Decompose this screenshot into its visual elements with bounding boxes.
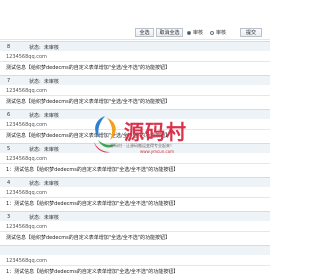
- entry-state-value: 未审核: [43, 45, 59, 51]
- watermark-logo: 源码村 源码村 - 让源码搬运变得专业起来！ www.ymcun.com: [88, 110, 188, 172]
- entry-message: 测试信息【给织梦dedecms的自定义表单增加"全选/全不选"的功能按钮】: [6, 235, 171, 241]
- radio-dot-icon: [210, 30, 214, 35]
- approved-radio[interactable]: 审核: [187, 29, 203, 36]
- entry-header: 4 状态: 未审核: [0, 177, 270, 187]
- entry-number: 6: [7, 112, 11, 118]
- toolbar: 全选 取消全选 审核 审核 提交: [0, 0, 270, 40]
- entry-state: [29, 248, 32, 254]
- select-all-button[interactable]: 全选: [135, 28, 154, 37]
- entry-state: 状态: 未审核: [29, 146, 59, 153]
- entry-message: 测试信息【给织梦dedecms的自定义表单增加"全选/全不选"的功能按钮】: [6, 99, 171, 105]
- entry-email: 1234568qq.com: [6, 156, 47, 162]
- entry-state-label: 状态:: [29, 215, 41, 221]
- entry-message: 测试信息【给织梦dedecms的自定义表单增加"全选/全不选"的功能按钮】: [6, 65, 171, 71]
- entry-number: 4: [7, 180, 11, 186]
- approved-radio-label: 审核: [193, 30, 204, 36]
- divider: [0, 265, 270, 266]
- entry-header: 7 状态: 未审核: [0, 75, 270, 85]
- entry-state-label: 状态:: [29, 45, 41, 51]
- entry-state: 状态: 未审核: [29, 180, 59, 187]
- entry-header: 3 状态: 未审核: [0, 211, 270, 221]
- entry-message: 1：测试信息【给织梦dedecms的自定义表单增加"全选/全不选"的功能按钮】: [6, 201, 179, 207]
- entry-state-label: 状态:: [29, 113, 41, 119]
- radio-dot-icon: [187, 30, 191, 35]
- pending-radio-label: 审核: [216, 30, 227, 36]
- entry-state-label: 状态:: [29, 147, 41, 153]
- divider: [0, 61, 270, 62]
- entry-email: 1234568qq.com: [6, 54, 47, 60]
- entry-state-label: 状态:: [29, 181, 41, 187]
- entry-state: 状态: 未审核: [29, 44, 59, 51]
- entry-state: 状态: 未审核: [29, 78, 59, 85]
- entry-state-value: 未审核: [43, 79, 59, 85]
- pending-radio[interactable]: 审核: [210, 29, 226, 36]
- entry-email: 1234568qq.com: [6, 258, 47, 264]
- entry-header: [0, 245, 270, 255]
- entry-state-value: 未审核: [43, 215, 59, 221]
- watermark-brand: 源码村: [124, 120, 187, 144]
- entry-number: 8: [7, 44, 11, 50]
- entry-header: 8 状态: 未审核: [0, 41, 270, 51]
- entry-message: 1：测试信息【给织梦dedecms的自定义表单增加"全选/全不选"的功能按钮】: [6, 269, 179, 275]
- divider: [0, 95, 270, 96]
- deselect-all-button[interactable]: 取消全选: [156, 28, 183, 37]
- watermark-url: www.ymcun.com: [140, 149, 175, 154]
- entry-email: 1234568qq.com: [6, 190, 47, 196]
- divider: [0, 197, 270, 198]
- toolbar-divider: [0, 39, 270, 40]
- entry-state: 状态: 未审核: [29, 112, 59, 119]
- entry-state-value: 未审核: [43, 113, 59, 119]
- entry-email: 1234568qq.com: [6, 224, 47, 230]
- entry-number: 3: [7, 214, 11, 220]
- entry-email: 1234568qq.com: [6, 88, 47, 94]
- entry-number: 5: [7, 146, 11, 152]
- entry-state-value: 未审核: [43, 181, 59, 187]
- entry-state: 状态: 未审核: [29, 214, 59, 221]
- entry-email: 1234568qq.com: [6, 122, 47, 128]
- swirl-logo-icon: [94, 116, 116, 153]
- entry-number: 7: [7, 78, 11, 84]
- entry-state-value: 未审核: [43, 147, 59, 153]
- entry-state-label: 状态:: [29, 79, 41, 85]
- submit-button[interactable]: 提交: [240, 28, 262, 37]
- divider: [0, 231, 270, 232]
